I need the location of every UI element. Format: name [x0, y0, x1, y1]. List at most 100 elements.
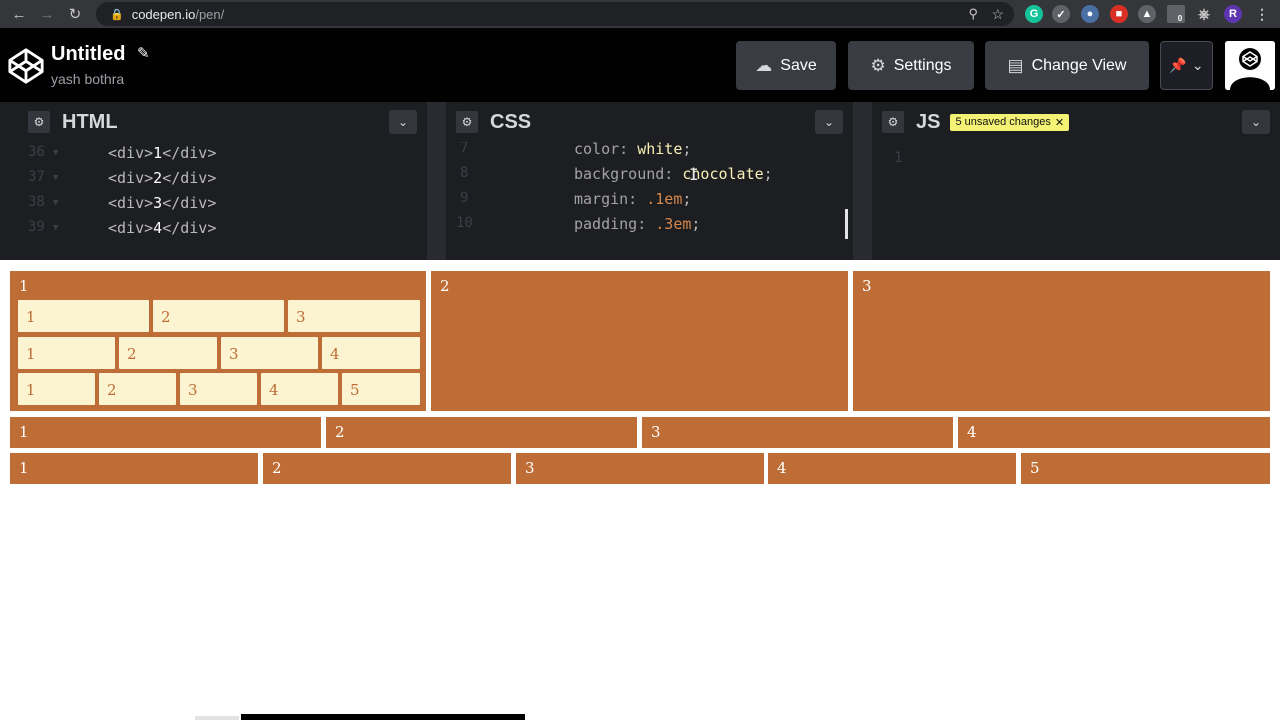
- tag-text: 3: [153, 194, 163, 212]
- cloud-icon: ☁: [755, 55, 773, 75]
- nested-box: 1: [18, 373, 95, 405]
- tag-close: </div>: [162, 194, 217, 212]
- close-icon[interactable]: ✕: [1055, 116, 1064, 129]
- css-code[interactable]: 7 color: white; 8 background: chocolate;…: [446, 142, 853, 242]
- extension-check-icon[interactable]: ✓: [1052, 5, 1070, 23]
- edit-pencil-icon[interactable]: ✎: [137, 44, 150, 62]
- bookmark-star-icon[interactable]: ☆: [991, 6, 1004, 23]
- line-number: 1: [894, 150, 903, 166]
- pen-author[interactable]: yash bothra: [51, 71, 124, 87]
- code-line: 38 ▼ <div>3</div>: [0, 194, 427, 216]
- fold-arrow-icon[interactable]: ▼: [53, 198, 58, 208]
- box-label: 2: [335, 423, 345, 441]
- nested-box-label: 3: [229, 345, 239, 363]
- change-view-button[interactable]: ▤ Change View: [985, 41, 1149, 90]
- tag-text: 2: [153, 169, 163, 187]
- extension-shield-icon[interactable]: ▲: [1138, 5, 1156, 23]
- nested-box-label: 3: [188, 381, 198, 399]
- back-icon[interactable]: ←: [5, 6, 33, 23]
- nested-box: 3: [288, 300, 420, 332]
- code-line: 37 ▼ <div>2</div>: [0, 169, 427, 191]
- codepen-logo-icon[interactable]: [7, 47, 45, 85]
- nested-box: 2: [99, 373, 176, 405]
- code-line: 10 padding: .3em;: [446, 215, 853, 237]
- html-code[interactable]: 36 ▼ <div>1</div> 37 ▼ <div>2</div> 38 ▼…: [0, 142, 427, 242]
- pen-title[interactable]: Untitled: [51, 43, 125, 66]
- html-settings-gear-icon[interactable]: ⚙: [28, 111, 50, 133]
- nested-box-label: 1: [26, 308, 36, 326]
- nested-box: 3: [180, 373, 257, 405]
- css-pane-header: ⚙ CSS ⌄: [446, 102, 853, 142]
- line-number: 36: [28, 144, 45, 160]
- css-scrollbar[interactable]: [845, 209, 848, 239]
- css-semicolon: ;: [691, 215, 701, 233]
- address-bar[interactable]: 🔒 codepen.io/pen/ ⚲ ☆: [96, 2, 1014, 26]
- js-pane-chevron-icon[interactable]: ⌄: [1242, 110, 1270, 134]
- editor-area: ⚙ HTML ⌄ 36 ▼ <div>1</div> 37 ▼ <div>2</…: [0, 102, 1280, 260]
- fold-arrow-icon[interactable]: ▼: [53, 223, 58, 233]
- js-code[interactable]: 1: [872, 142, 1280, 242]
- box-label: 1: [19, 423, 29, 441]
- js-settings-gear-icon[interactable]: ⚙: [882, 111, 904, 133]
- css-value: .3em: [655, 215, 692, 233]
- url-host: codepen.io: [131, 6, 196, 22]
- unsaved-changes-badge[interactable]: 5 unsaved changes ✕: [950, 113, 1070, 131]
- reload-icon[interactable]: ↻: [61, 5, 89, 23]
- profile-avatar[interactable]: R: [1224, 5, 1242, 23]
- html-pane-title: HTML: [62, 110, 118, 133]
- text-cursor-icon: I: [689, 165, 699, 184]
- css-editor-pane: ⚙ CSS ⌄ 7 color: white; 8 background: ch…: [446, 102, 853, 242]
- code-line: 8 background: chocolate;: [446, 165, 853, 187]
- save-button[interactable]: ☁ Save: [736, 41, 836, 90]
- extension-badge-icon[interactable]: 0: [1167, 5, 1185, 23]
- layout-icon: ▤: [1007, 55, 1024, 75]
- box-label: 5: [1030, 459, 1040, 477]
- preview-frame: 1 2 3 1 2 3 1 2 3 4 1 2 3 4 5 1 2 3 4 1 …: [0, 260, 1280, 720]
- html-pane-chevron-icon[interactable]: ⌄: [389, 110, 417, 134]
- url-text: codepen.io/pen/: [132, 7, 225, 22]
- line-number: 37: [28, 169, 45, 185]
- nested-box: 2: [153, 300, 284, 332]
- extensions-puzzle-icon[interactable]: ⎈: [1195, 5, 1213, 23]
- code-line: 39 ▼ <div>4</div>: [0, 219, 427, 241]
- nested-box-label: 4: [269, 381, 279, 399]
- flex-box: 3: [853, 271, 1270, 411]
- tag-open: <div>: [108, 169, 154, 187]
- line-number: 9: [460, 190, 469, 206]
- nested-box: 4: [322, 337, 420, 369]
- extension-face-icon[interactable]: ●: [1081, 5, 1099, 23]
- lock-icon: 🔒: [110, 8, 124, 21]
- box-label: 3: [862, 277, 872, 295]
- flex-box: 1: [10, 453, 258, 484]
- fold-arrow-icon[interactable]: ▼: [53, 173, 58, 183]
- tag-close: </div>: [162, 219, 217, 237]
- line-number: 39: [28, 219, 45, 235]
- fold-arrow-icon[interactable]: ▼: [53, 148, 58, 158]
- nested-box-label: 4: [330, 345, 340, 363]
- gear-icon: ⚙: [870, 55, 886, 75]
- tag-close: </div>: [162, 169, 217, 187]
- tag-open: <div>: [108, 219, 154, 237]
- css-pane-title: CSS: [490, 110, 532, 133]
- grammarly-extension-icon[interactable]: G: [1025, 5, 1043, 23]
- flex-box: 1: [10, 417, 321, 448]
- zoom-icon[interactable]: ⚲: [968, 6, 978, 22]
- css-settings-gear-icon[interactable]: ⚙: [456, 111, 478, 133]
- css-pane-chevron-icon[interactable]: ⌄: [815, 110, 843, 134]
- box-label: 2: [272, 459, 282, 477]
- change-view-label: Change View: [1031, 56, 1127, 74]
- browser-menu-icon[interactable]: ⋮: [1253, 5, 1271, 23]
- user-avatar[interactable]: [1225, 41, 1275, 90]
- css-semicolon: ;: [682, 142, 692, 158]
- forward-icon[interactable]: →: [33, 6, 61, 23]
- pin-menu-button[interactable]: 📌 ⌄: [1160, 41, 1213, 90]
- settings-label: Settings: [893, 56, 952, 74]
- browser-toolbar: ← → ↻ 🔒 codepen.io/pen/ ⚲ ☆ G ✓ ● ■ ▲ 0 …: [0, 0, 1280, 28]
- extension-red-icon[interactable]: ■: [1110, 5, 1128, 23]
- code-line: 7 color: white;: [446, 142, 853, 162]
- settings-button[interactable]: ⚙ Settings: [848, 41, 974, 90]
- pane-resizer[interactable]: [427, 102, 446, 260]
- nested-box: 5: [342, 373, 420, 405]
- avatar-silhouette-icon: [1225, 41, 1275, 90]
- pane-resizer[interactable]: [853, 102, 872, 260]
